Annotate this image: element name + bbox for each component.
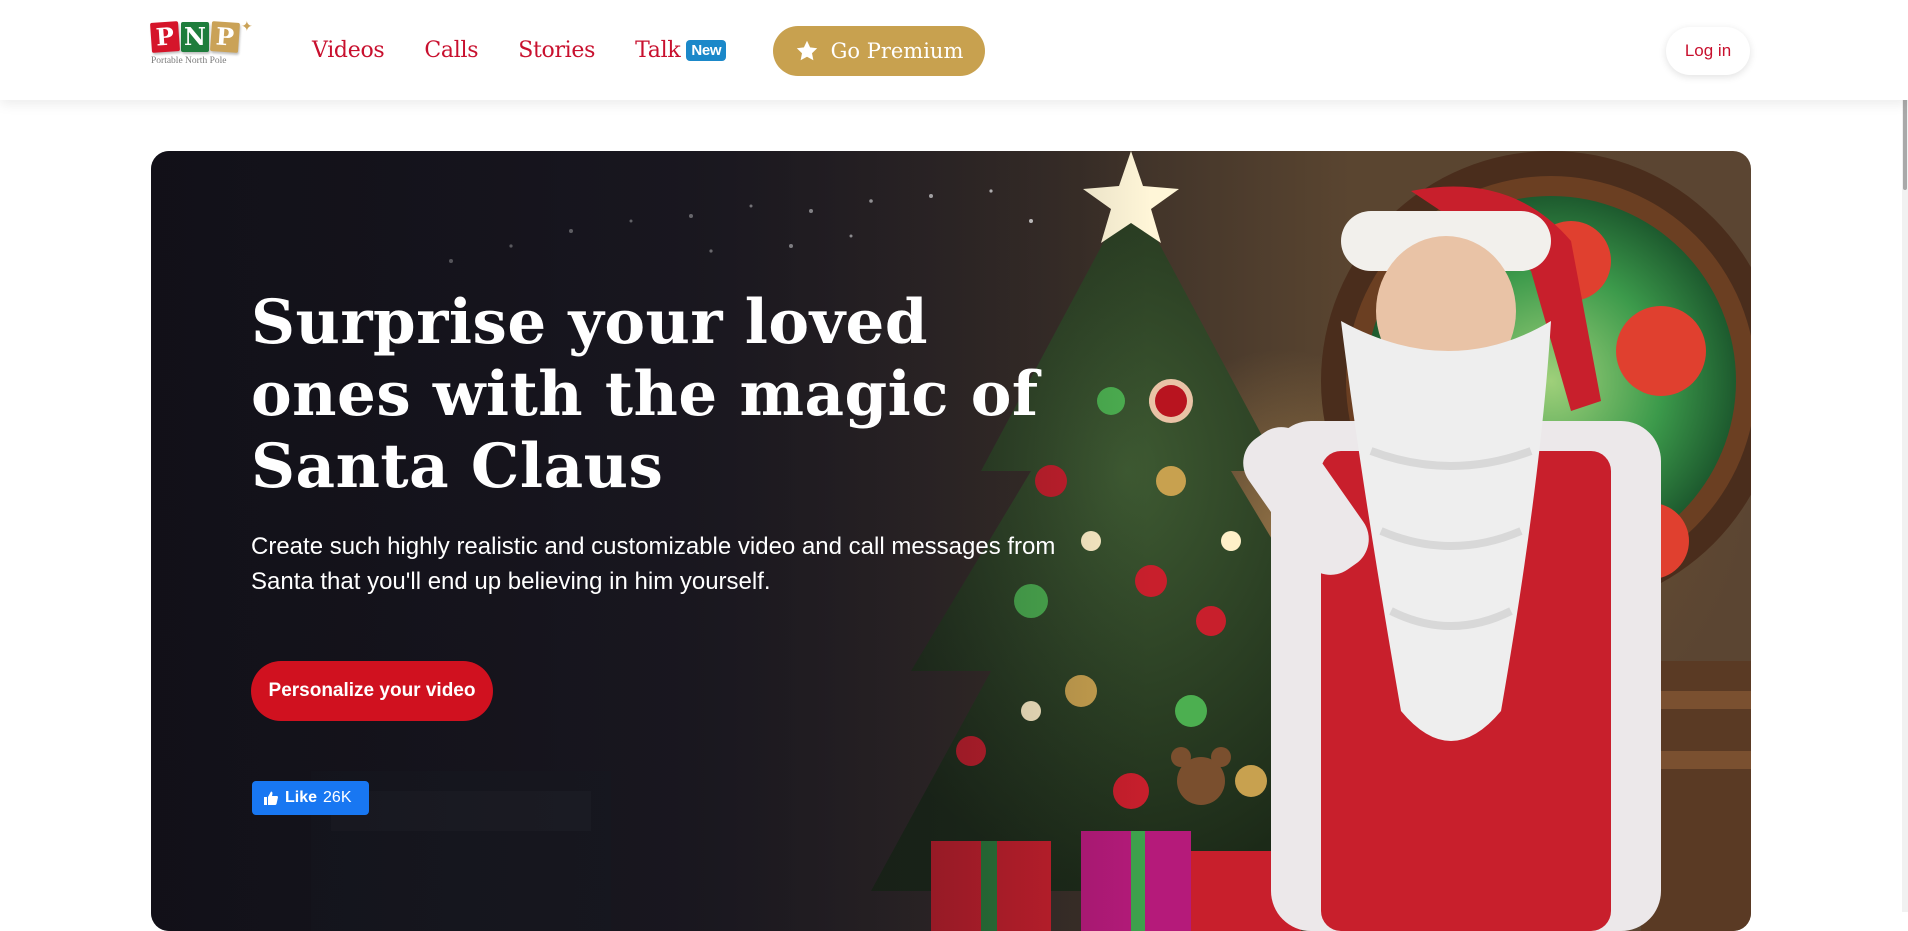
nav-calls-label: Calls bbox=[424, 37, 479, 63]
logo-tiles: P N P bbox=[149, 21, 251, 53]
logo-tile-n: N bbox=[181, 22, 209, 52]
login-button[interactable]: Log in bbox=[1666, 27, 1750, 75]
thumbs-up-icon bbox=[264, 791, 278, 805]
nav-videos[interactable]: Videos bbox=[312, 37, 385, 63]
site-header: P N P ✦ Portable North Pole Videos Calls… bbox=[0, 0, 1908, 100]
nav-calls[interactable]: Calls bbox=[424, 38, 478, 63]
like-count: 26K bbox=[323, 789, 352, 806]
nav-videos-label: Videos bbox=[312, 37, 385, 63]
star-icon bbox=[796, 40, 817, 61]
hero-banner: Surprise your loved ones with the magic … bbox=[151, 151, 1751, 931]
logo-subtitle: Portable North Pole bbox=[151, 56, 227, 66]
hero-title: Surprise your loved ones with the magic … bbox=[251, 287, 1039, 502]
nav-stories[interactable]: Stories bbox=[518, 38, 595, 63]
go-premium-label: Go Premium bbox=[830, 39, 964, 63]
new-badge: New bbox=[686, 39, 727, 61]
like-label: Like bbox=[285, 789, 318, 806]
hero-subtitle: Create such highly realistic and customi… bbox=[251, 533, 1056, 595]
personalize-video-button[interactable]: Personalize your video bbox=[251, 661, 493, 721]
personalize-video-label: Personalize your video bbox=[268, 680, 476, 701]
login-label: Log in bbox=[1684, 41, 1732, 60]
nav-stories-label: Stories bbox=[518, 37, 596, 63]
logo-sparkle-icon: ✦ bbox=[241, 18, 253, 34]
logo-tile-p2: P bbox=[209, 21, 241, 53]
nav-talk-label: Talk bbox=[635, 37, 681, 63]
main-nav: Videos Calls Stories Talk New bbox=[312, 0, 727, 100]
nav-talk[interactable]: Talk New bbox=[635, 37, 727, 63]
go-premium-button[interactable]: Go Premium bbox=[773, 26, 985, 76]
page-scrollbar[interactable] bbox=[1902, 0, 1908, 912]
facebook-like-button[interactable]: Like 26K bbox=[252, 781, 369, 815]
logo-tile-p: P bbox=[149, 21, 181, 53]
pnp-logo[interactable]: P N P ✦ Portable North Pole bbox=[149, 18, 253, 80]
